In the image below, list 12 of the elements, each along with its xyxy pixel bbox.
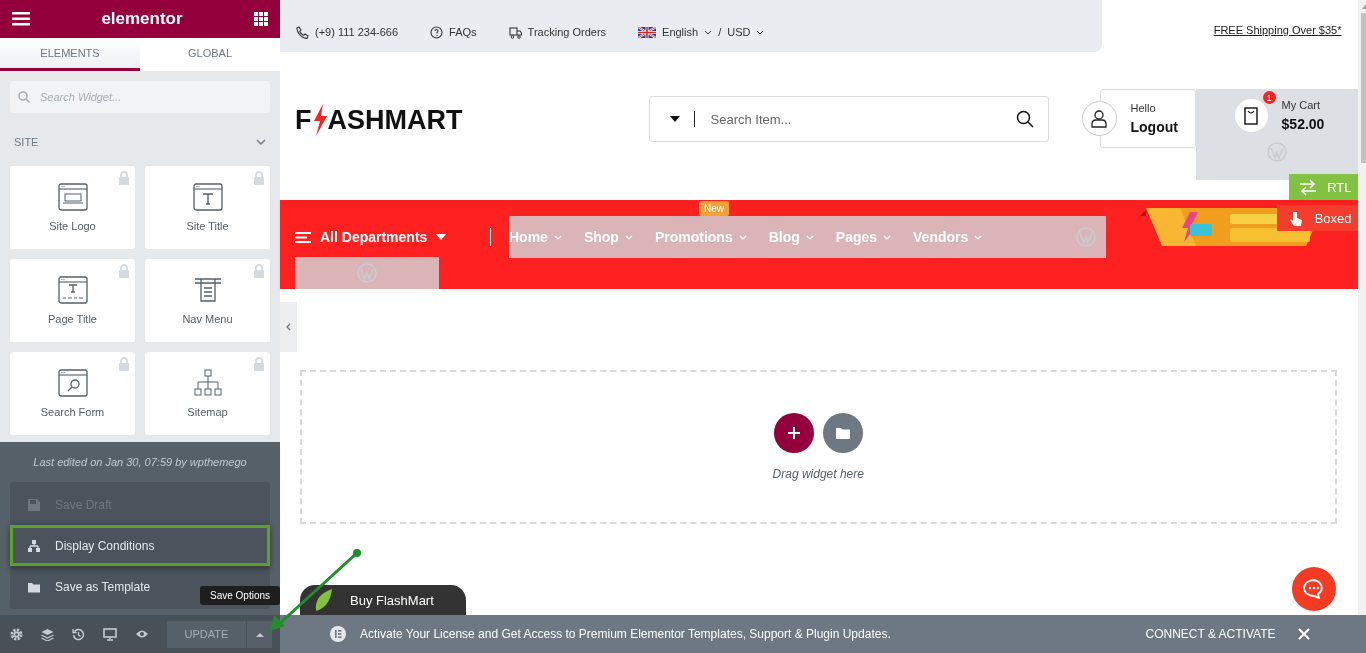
app-logo: elementor: [101, 9, 183, 29]
separator: /: [718, 26, 722, 38]
greeting-text: Hello: [1130, 102, 1157, 114]
cart-total: $52.00: [1281, 116, 1325, 132]
notice-message: Activate Your License and Get Access to Premium Elementor Templates, Support & Plugin Updates.: [360, 627, 891, 641]
cart-label: My Cart: [1281, 99, 1322, 111]
cart-count: 1: [1262, 91, 1276, 104]
category-heading: SITE: [14, 136, 39, 148]
last-edited-note: Last edited on Jan 30, 07:59 by wpthemego: [32, 456, 248, 468]
tooltip: Save Options: [200, 586, 281, 605]
new-badge: New: [698, 201, 729, 216]
drop-hint: Drag widget here: [772, 467, 864, 481]
